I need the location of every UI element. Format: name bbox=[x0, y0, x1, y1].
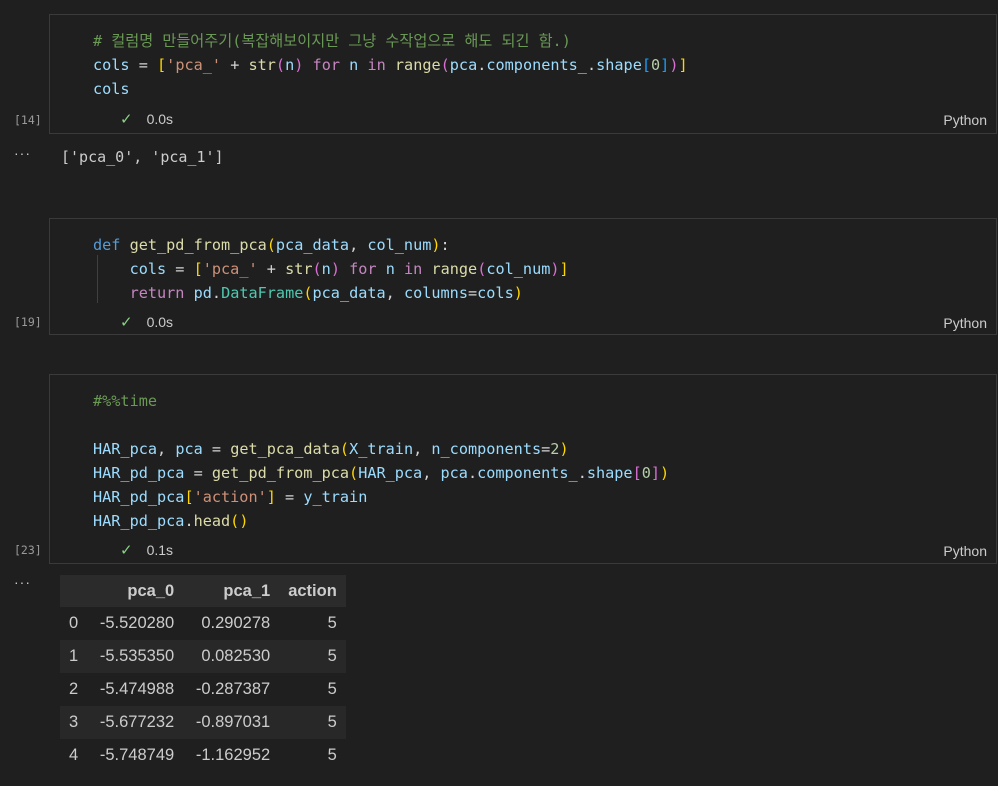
table-row: 1 -5.535350 0.082530 5 bbox=[60, 640, 346, 673]
table-cell: 5 bbox=[327, 647, 337, 665]
dataframe-output: pca_0 pca_1 action 0 -5.520280 0.290278 … bbox=[60, 575, 346, 772]
language-selector[interactable]: Python bbox=[943, 543, 987, 559]
table-row: 4 -5.748749 -1.162952 5 bbox=[60, 739, 346, 772]
execution-status: ✓ 0.1s bbox=[120, 541, 173, 559]
column-header bbox=[60, 575, 87, 607]
column-header: pca_0 bbox=[127, 581, 175, 600]
row-index: 1 bbox=[69, 647, 79, 665]
table-row: 2 -5.474988 -0.287387 5 bbox=[60, 673, 346, 706]
code-line[interactable]: # 컬럼명 만들어주기(복잡해보이지만 그냥 수작업으로 해도 되긴 함.) bbox=[93, 29, 571, 53]
table-cell: -5.677232 bbox=[99, 713, 175, 731]
ellipsis-icon[interactable]: ··· bbox=[14, 574, 31, 590]
code-line[interactable]: cols bbox=[93, 77, 130, 101]
code-line[interactable]: cols = ['pca_' + str(n) for n in range(c… bbox=[93, 257, 569, 281]
language-selector[interactable]: Python bbox=[943, 112, 987, 128]
table-cell: 5 bbox=[327, 746, 337, 764]
table-cell: -5.520280 bbox=[99, 614, 175, 632]
code-line[interactable]: HAR_pd_pca['action'] = y_train bbox=[93, 485, 367, 509]
execution-time: 0.0s bbox=[146, 314, 174, 330]
row-index: 0 bbox=[69, 614, 79, 632]
code-line[interactable]: #%%time bbox=[93, 389, 157, 413]
code-line[interactable]: HAR_pd_pca = get_pd_from_pca(HAR_pca, pc… bbox=[93, 461, 669, 485]
table-cell: 5 bbox=[327, 680, 337, 698]
table-cell: 5 bbox=[327, 713, 337, 731]
execution-status: ✓ 0.0s bbox=[120, 313, 173, 331]
table-cell: -1.162952 bbox=[195, 746, 271, 764]
table-row: 3 -5.677232 -0.897031 5 bbox=[60, 706, 346, 739]
code-line[interactable]: HAR_pd_pca.head() bbox=[93, 509, 248, 533]
ellipsis-icon[interactable]: ··· bbox=[14, 145, 31, 161]
table-cell: 0.082530 bbox=[201, 647, 271, 665]
check-icon: ✓ bbox=[120, 314, 133, 331]
language-selector[interactable]: Python bbox=[943, 315, 987, 331]
code-line[interactable]: def get_pd_from_pca(pca_data, col_num): bbox=[93, 233, 450, 257]
execution-time: 0.0s bbox=[146, 111, 174, 127]
check-icon: ✓ bbox=[120, 111, 133, 128]
execution-count: [23] bbox=[14, 543, 42, 557]
table-header-row: pca_0 pca_1 action bbox=[60, 575, 346, 607]
table-cell: -0.897031 bbox=[195, 713, 271, 731]
code-cell-23[interactable]: #%%time HAR_pca, pca = get_pca_data(X_tr… bbox=[49, 374, 997, 564]
table-cell: -5.474988 bbox=[99, 680, 175, 698]
table-cell: -5.748749 bbox=[99, 746, 175, 764]
execution-count: [19] bbox=[14, 315, 42, 329]
table-row: 0 -5.520280 0.290278 5 bbox=[60, 607, 346, 640]
row-index: 4 bbox=[69, 746, 79, 764]
execution-time: 0.1s bbox=[146, 542, 174, 558]
row-index: 2 bbox=[69, 680, 79, 698]
code-line[interactable]: cols = ['pca_' + str(n) for n in range(p… bbox=[93, 53, 688, 77]
table-cell: -0.287387 bbox=[195, 680, 271, 698]
table-cell: 0.290278 bbox=[201, 614, 271, 632]
cell-output: ['pca_0', 'pca_1'] bbox=[61, 148, 224, 166]
table-cell: -5.535350 bbox=[99, 647, 175, 665]
column-header: action bbox=[288, 581, 337, 600]
code-cell-14[interactable]: # 컬럼명 만들어주기(복잡해보이지만 그냥 수작업으로 해도 되긴 함.) c… bbox=[49, 14, 997, 134]
code-line[interactable]: HAR_pca, pca = get_pca_data(X_train, n_c… bbox=[93, 437, 569, 461]
code-cell-19[interactable]: def get_pd_from_pca(pca_data, col_num): … bbox=[49, 218, 997, 335]
code-line[interactable]: return pd.DataFrame(pca_data, columns=co… bbox=[93, 281, 523, 305]
check-icon: ✓ bbox=[120, 542, 133, 559]
execution-status: ✓ 0.0s bbox=[120, 110, 173, 128]
column-header: pca_1 bbox=[223, 581, 271, 600]
execution-count: [14] bbox=[14, 113, 42, 127]
row-index: 3 bbox=[69, 713, 79, 731]
table-cell: 5 bbox=[327, 614, 337, 632]
